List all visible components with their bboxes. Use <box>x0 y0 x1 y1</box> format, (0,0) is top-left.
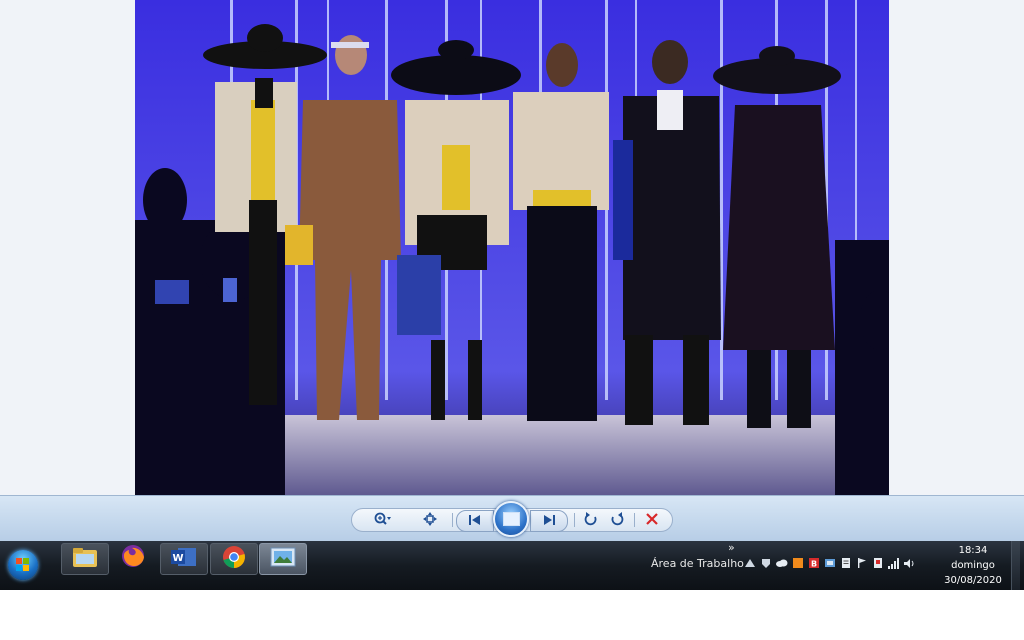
toolbar-overflow-button[interactable]: » <box>728 541 735 554</box>
tray-update-icon[interactable] <box>823 556 836 570</box>
slideshow-icon <box>502 512 520 526</box>
photo[interactable] <box>135 0 889 495</box>
chrome-icon <box>221 544 247 574</box>
tray-orange-app-icon[interactable] <box>791 556 804 570</box>
rotate-counterclockwise-button[interactable] <box>580 509 602 531</box>
word-icon: W <box>170 545 198 573</box>
next-icon <box>543 514 555 528</box>
taskbar-chrome[interactable] <box>210 543 258 575</box>
desktop-toolbar-label[interactable]: Área de Trabalho <box>651 557 744 570</box>
slideshow-button[interactable] <box>493 501 529 537</box>
firefox-icon <box>120 543 146 573</box>
svg-text:W: W <box>172 553 183 564</box>
system-clock[interactable]: 18:34 domingo 30/08/2020 <box>944 543 1002 588</box>
photo-viewer-icon <box>270 547 296 571</box>
zoom-magnifier-icon <box>374 512 392 529</box>
tray-security-icon[interactable] <box>871 556 884 570</box>
show-desktop-button[interactable] <box>1011 541 1020 590</box>
tray-list-icon[interactable] <box>839 556 852 570</box>
zoom-button[interactable] <box>366 509 400 531</box>
previous-icon <box>469 514 481 528</box>
taskbar-file-explorer[interactable] <box>61 543 109 575</box>
network-signal-icon[interactable] <box>887 556 900 570</box>
runway-photo-image <box>135 0 889 495</box>
delete-button[interactable] <box>640 509 664 531</box>
rotate-clockwise-button[interactable] <box>606 509 628 531</box>
taskbar-photo-viewer[interactable] <box>259 543 307 575</box>
volume-icon[interactable] <box>903 556 916 570</box>
photo-viewer-window <box>0 0 1024 495</box>
next-button[interactable] <box>530 510 568 532</box>
toolbar-separator <box>452 513 453 527</box>
taskbar-firefox[interactable] <box>110 543 156 573</box>
action-center-flag-icon[interactable] <box>855 556 868 570</box>
viewer-toolbar <box>0 495 1024 542</box>
rotate-counterclockwise-icon <box>584 511 598 529</box>
previous-button[interactable] <box>456 510 494 532</box>
notification-area: B <box>743 556 916 572</box>
clock-day: domingo <box>951 560 995 571</box>
folder-icon <box>72 546 98 572</box>
toolbar-separator <box>634 513 635 527</box>
windows-logo-icon <box>8 550 38 580</box>
actual-size-button[interactable] <box>418 509 442 531</box>
svg-text:B: B <box>810 560 816 569</box>
cloud-icon[interactable] <box>775 556 788 570</box>
clock-date: 30/08/2020 <box>944 575 1002 586</box>
delete-icon <box>646 512 658 528</box>
rotate-clockwise-icon <box>610 511 624 529</box>
tray-red-app-icon[interactable]: B <box>807 556 820 570</box>
tray-antivirus-icon[interactable] <box>759 556 772 570</box>
taskbar-word[interactable]: W <box>160 543 208 575</box>
clock-time: 18:34 <box>958 545 988 556</box>
start-button[interactable] <box>4 545 42 585</box>
screen-margin <box>0 590 1024 640</box>
actual-size-icon <box>423 511 437 529</box>
taskbar: W Área de Trabalho » B 18:34 domingo 30/… <box>0 541 1024 590</box>
toolbar-separator <box>574 513 575 527</box>
tray-app-icon[interactable] <box>743 556 756 570</box>
